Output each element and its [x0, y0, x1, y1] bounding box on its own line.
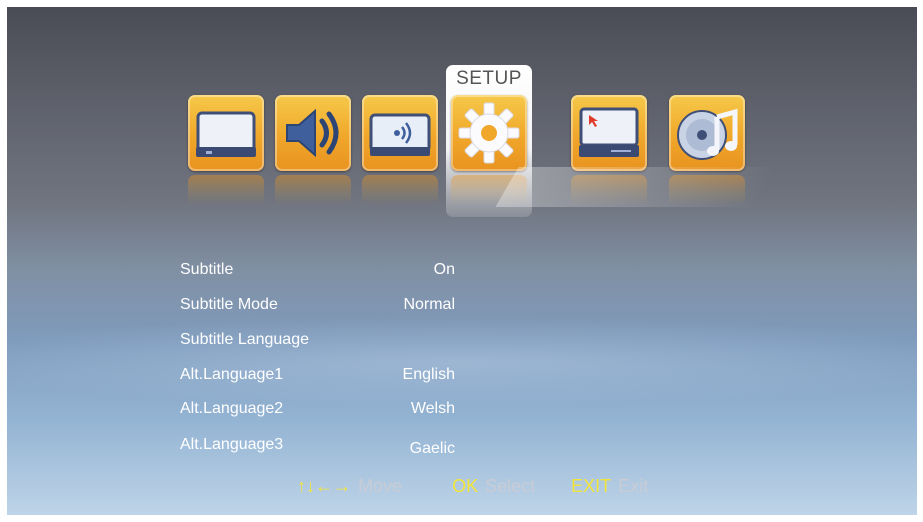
exit-key-label: EXIT	[571, 476, 612, 496]
move-hint-label: Move	[358, 476, 403, 496]
setting-label: Alt.Language2	[180, 400, 284, 417]
setting-row-subtitle-language[interactable]: Subtitle Language	[180, 331, 470, 353]
arrow-keys-icon: ↑↓←→	[297, 476, 351, 496]
exit-hint-label: Exit	[618, 476, 649, 496]
tv-setup-screen: SETUP Subtitle On Subtitle Mode Normal S…	[7, 7, 917, 515]
setting-value: Welsh	[410, 400, 455, 417]
ok-key-label: OK	[452, 476, 479, 496]
setting-value: On	[433, 261, 455, 278]
setting-row-subtitle-mode[interactable]: Subtitle Mode Normal	[180, 296, 470, 318]
menu-item-picture[interactable]	[188, 95, 264, 171]
icon-reflection	[275, 175, 351, 205]
gear-icon	[458, 102, 520, 164]
icon-reflection	[362, 175, 438, 205]
setting-row-alt-language1[interactable]: Alt.Language1 English	[180, 366, 470, 388]
setup-menu-label: SETUP	[456, 68, 522, 89]
setting-row-alt-language2[interactable]: Alt.Language2 Welsh	[180, 400, 470, 422]
menu-item-pc[interactable]	[571, 95, 647, 171]
setting-value: English	[402, 366, 455, 383]
menu-item-media[interactable]	[669, 95, 745, 171]
pc-icon	[579, 107, 639, 157]
setting-label: Subtitle Mode	[180, 296, 278, 313]
menu-item-setup[interactable]	[451, 95, 527, 171]
setting-label: Alt.Language3	[180, 436, 284, 453]
tv-icon	[196, 111, 256, 157]
setting-label: Subtitle Language	[180, 331, 309, 348]
media-icon	[369, 113, 431, 156]
setting-value: Normal	[403, 296, 455, 313]
setting-row-alt-language3[interactable]: Alt.Language3 Gaelic	[180, 436, 470, 458]
setting-label: Alt.Language1	[180, 366, 284, 383]
setting-value: Gaelic	[409, 440, 455, 457]
setting-row-subtitle[interactable]: Subtitle On	[180, 261, 470, 283]
icon-reflection	[188, 175, 264, 205]
menu-item-channel[interactable]	[362, 95, 438, 171]
music-disc-icon	[677, 108, 738, 160]
speaker-icon	[286, 108, 339, 158]
key-hint-bar: ↑↓←→ Move OK Select EXIT Exit	[297, 476, 650, 497]
select-hint-label: Select	[485, 476, 536, 496]
floor-glare	[495, 167, 779, 207]
setting-label: Subtitle	[180, 261, 234, 278]
menu-item-sound[interactable]	[275, 95, 351, 171]
